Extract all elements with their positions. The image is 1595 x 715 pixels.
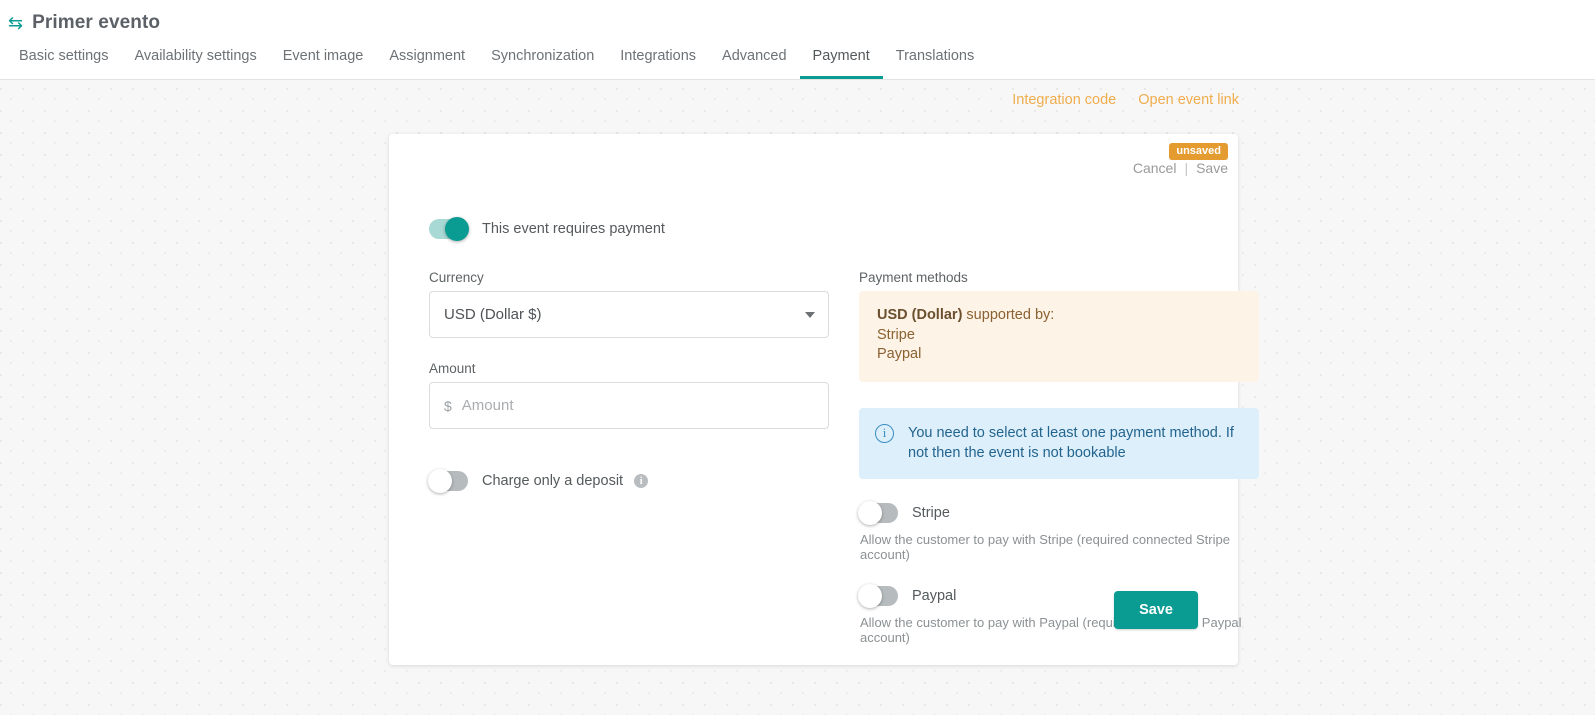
paypal-label: Paypal [912,587,957,604]
amount-input[interactable] [461,397,814,414]
tab-advanced[interactable]: Advanced [709,48,800,80]
payment-settings-card: unsaved Cancel | Save This event require… [389,134,1259,665]
supported-line: USD (Dollar) supported by: [877,306,1241,326]
amount-field: Amount $ [429,361,829,429]
stripe-toggle-row: Stripe [858,500,1259,525]
info-icon[interactable]: i [634,474,649,489]
action-separator: | [1184,160,1189,176]
charge-deposit-label: Charge only a deposit [482,473,624,489]
tab-translations[interactable]: Translations [883,48,987,80]
card-actions: Cancel | Save [1133,160,1228,176]
paypal-toggle-row: Paypal [858,583,1259,608]
page-title: Primer evento [32,11,161,33]
tab-bar: Basic settings Availability settings Eve… [0,37,1595,79]
tab-synchronization[interactable]: Synchronization [478,48,607,80]
tab-basic-settings[interactable]: Basic settings [6,48,121,80]
info-notice-alert: i You need to select at least one paymen… [859,407,1259,479]
save-button[interactable]: Save [1114,591,1198,629]
paypal-toggle[interactable] [858,583,898,608]
info-notice-text: You need to select at least one payment … [908,424,1234,461]
supported-methods-alert: USD (Dollar) supported by: Stripe Paypal [859,291,1259,382]
amount-label: Amount [429,361,476,376]
paypal-method-block: Paypal Allow the customer to pay with Pa… [858,583,1259,645]
tab-event-image[interactable]: Event image [270,48,377,80]
toggle-knob [428,469,452,493]
right-column: Payment methods USD (Dollar) supported b… [858,270,1259,645]
stripe-label: Stripe [912,504,950,521]
title-row: ⇆ Primer evento [0,0,1595,37]
supported-currency: USD (Dollar) [877,307,963,323]
currency-field: Currency USD (Dollar $) [429,270,829,338]
save-button-wrap: Save [1114,591,1198,629]
card-body: This event requires payment Currency USD… [389,186,1259,645]
stripe-description: Allow the customer to pay with Stripe (r… [860,531,1230,562]
open-event-link[interactable]: Open event link [1138,92,1239,108]
currency-label: Currency [429,270,484,285]
chevron-down-icon [805,311,815,318]
card-header: unsaved Cancel | Save [389,134,1238,186]
stripe-toggle[interactable] [858,500,898,525]
stripe-method-block: Stripe Allow the customer to pay with St… [858,500,1259,562]
paypal-description: Allow the customer to pay with Paypal (r… [860,614,1242,645]
deposit-row: Charge only a deposit i [428,469,829,493]
requires-payment-row: This event requires payment [429,186,1198,241]
supported-method-stripe: Stripe [877,326,915,343]
top-links: Integration code Open event link [1012,92,1239,108]
charge-deposit-label-wrap: Charge only a deposit i [482,473,649,489]
supported-method-paypal: Paypal [877,346,922,363]
requires-payment-label: This event requires payment [482,221,665,237]
tab-integrations[interactable]: Integrations [607,48,709,80]
tab-assignment[interactable]: Assignment [376,48,478,80]
info-circle-icon: i [875,423,894,443]
amount-input-wrapper[interactable]: $ [429,382,829,429]
status-badge: unsaved [1169,143,1228,161]
exchange-icon: ⇆ [8,12,24,33]
currency-select[interactable]: USD (Dollar $) [429,291,829,338]
supported-suffix: supported by: [962,307,1055,323]
requires-payment-toggle[interactable] [429,217,469,241]
toggle-knob [858,500,882,525]
toggle-knob [445,217,469,241]
currency-symbol: $ [444,397,452,414]
integration-code-link[interactable]: Integration code [1012,92,1116,108]
currency-value: USD (Dollar $) [444,306,542,323]
app-header: ⇆ Primer evento Basic settings Availabil… [0,0,1595,80]
save-link[interactable]: Save [1196,160,1228,176]
toggle-knob [858,583,882,608]
requires-payment-toggle-row: This event requires payment [429,217,1198,241]
left-column: Currency USD (Dollar $) Amount $ Amount … [428,270,829,645]
settings-columns: Currency USD (Dollar $) Amount $ Amount … [428,239,1259,645]
tab-availability-settings[interactable]: Availability settings [121,48,269,80]
charge-deposit-toggle[interactable] [428,469,468,493]
tab-payment[interactable]: Payment [799,48,883,79]
payment-methods-label: Payment methods [859,270,968,285]
cancel-button[interactable]: Cancel [1133,160,1177,176]
